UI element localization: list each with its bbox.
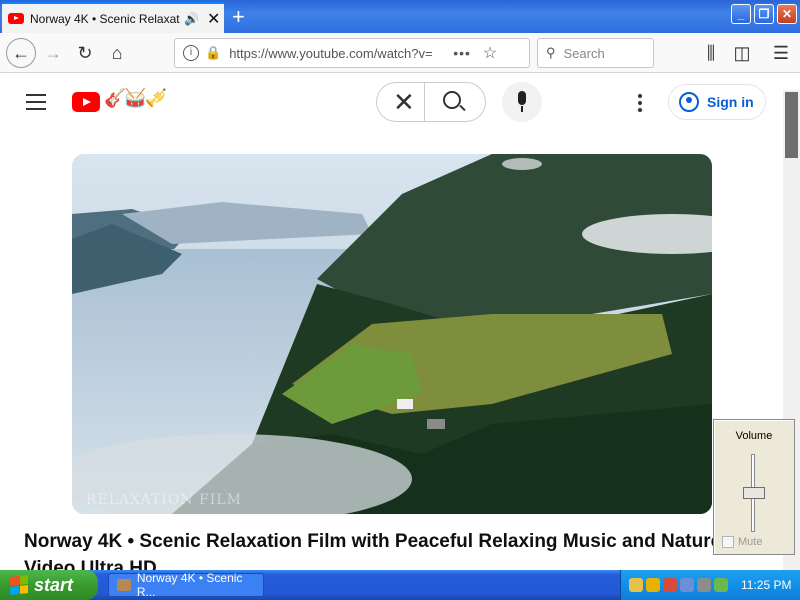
library-icon[interactable]: ⫼ <box>698 41 724 65</box>
url-bar[interactable]: i 🔒 https://www.youtube.com/watch?v= •••… <box>174 38 530 68</box>
youtube-logo-icon[interactable] <box>72 92 100 112</box>
system-tray: 11:25 PM <box>620 570 800 600</box>
windows-logo-icon <box>10 575 28 595</box>
start-button[interactable]: start <box>0 570 98 600</box>
close-window-button[interactable]: ✕ <box>777 4 797 24</box>
tray-security-icon[interactable] <box>663 578 677 592</box>
volume-slider-handle[interactable] <box>743 487 765 499</box>
tab-title: Norway 4K • Scenic Relaxation Film with … <box>30 11 180 26</box>
browser-navbar: ← → ↻ ⌂ i 🔒 https://www.youtube.com/watc… <box>0 33 800 73</box>
browser-titlebar: Norway 4K • Scenic Relaxation Film with … <box>0 0 800 33</box>
windows-taskbar: start Norway 4K • Scenic R... 11:25 PM <box>0 570 800 600</box>
mute-label: Mute <box>738 536 763 548</box>
reload-icon[interactable]: ↻ <box>72 41 98 65</box>
clear-search-icon[interactable]: ✕ <box>393 88 415 116</box>
sign-in-button[interactable]: Sign in <box>668 84 766 120</box>
url-text[interactable]: https://www.youtube.com/watch?v= <box>229 46 439 61</box>
volume-label: Volume <box>735 430 773 442</box>
minimize-button[interactable]: _ <box>731 4 751 24</box>
new-tab-button[interactable]: + <box>232 4 245 30</box>
youtube-favicon-icon <box>8 13 24 24</box>
search-icon[interactable] <box>443 91 461 109</box>
sidebar-icon[interactable]: ◫ <box>729 41 755 65</box>
speaker-icon[interactable]: 🔊 <box>184 12 199 26</box>
tray-update-icon[interactable] <box>714 578 728 592</box>
taskbar-window-label: Norway 4K • Scenic R... <box>136 571 243 599</box>
page-actions-icon[interactable]: ••• <box>453 45 471 61</box>
bookmark-star-icon[interactable]: ☆ <box>483 43 497 63</box>
microphone-icon[interactable] <box>502 82 542 122</box>
video-frame-landscape <box>72 154 712 514</box>
home-icon[interactable]: ⌂ <box>104 41 130 65</box>
tray-connection-icon[interactable] <box>680 578 694 592</box>
tab-close-icon[interactable]: ✕ <box>207 9 220 29</box>
search-divider <box>424 83 425 121</box>
volume-popup: Volume Mute <box>713 419 795 555</box>
lock-icon: 🔒 <box>205 45 222 60</box>
video-watermark: RELAXATION FILM <box>86 492 242 508</box>
browser-search-box[interactable]: ⚲ Search <box>537 38 654 68</box>
taskbar-clock[interactable]: 11:25 PM <box>741 578 791 592</box>
youtube-menu-icon[interactable] <box>26 94 46 115</box>
sign-in-label: Sign in <box>707 94 754 110</box>
youtube-search-bar[interactable]: ✕ <box>376 82 486 122</box>
video-player[interactable]: RELAXATION FILM <box>72 154 712 514</box>
back-arrow-icon[interactable]: ← <box>6 38 36 68</box>
restore-button[interactable]: ❐ <box>754 4 774 24</box>
more-options-icon[interactable] <box>638 94 642 115</box>
firefox-task-icon <box>117 579 131 591</box>
mute-checkbox-box[interactable] <box>722 536 734 548</box>
scrollbar-thumb[interactable] <box>785 92 798 158</box>
menu-icon[interactable]: ☰ <box>768 41 794 65</box>
tray-network-icon[interactable] <box>629 578 643 592</box>
mute-checkbox[interactable]: Mute <box>722 536 762 548</box>
tray-shield-icon[interactable] <box>646 578 660 592</box>
account-icon <box>679 92 699 112</box>
browser-tab-active[interactable]: Norway 4K • Scenic Relaxation Film with … <box>2 2 224 33</box>
start-label: start <box>34 574 74 595</box>
search-icon: ⚲ <box>546 45 556 60</box>
taskbar-window-button[interactable]: Norway 4K • Scenic R... <box>108 571 264 599</box>
video-title: Norway 4K • Scenic Relaxation Film with … <box>24 531 722 570</box>
youtube-page: 🎸🥁🎺 ✕ Sign in RELAXATION FILM Norway 4K … <box>0 74 800 570</box>
tray-volume-icon[interactable] <box>697 578 711 592</box>
forward-arrow-icon[interactable]: → <box>40 41 66 65</box>
youtube-doodle-icon[interactable]: 🎸🥁🎺 <box>104 88 167 109</box>
site-info-icon[interactable]: i <box>183 45 199 61</box>
search-placeholder: Search <box>563 45 605 61</box>
